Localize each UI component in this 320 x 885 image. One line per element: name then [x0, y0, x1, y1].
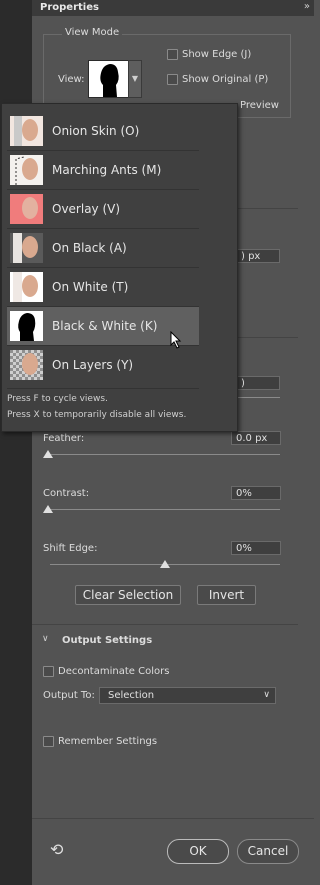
shift-edge-slider-thumb[interactable] — [160, 560, 170, 568]
radius-field[interactable]: ) px — [236, 249, 280, 263]
onion-skin-thumbnail-icon — [10, 116, 43, 146]
section-divider — [236, 337, 298, 338]
black-white-thumbnail-icon — [10, 311, 43, 341]
smooth-field[interactable]: ) — [236, 376, 280, 390]
contrast-label: Contrast: — [43, 488, 90, 499]
output-settings-title[interactable]: Output Settings — [62, 635, 152, 646]
silhouette-icon — [89, 61, 129, 97]
shift-edge-label: Shift Edge: — [43, 543, 98, 554]
output-to-select[interactable]: Selection ∨ — [99, 687, 276, 704]
feather-slider-thumb[interactable] — [43, 450, 53, 458]
view-mode-title: View Mode — [62, 27, 123, 38]
show-original-checkbox[interactable] — [167, 74, 178, 85]
dropdown-item-on-black[interactable]: On Black (A) — [7, 229, 199, 268]
chevron-down-icon[interactable]: ∨ — [42, 634, 49, 644]
view-label: View: — [58, 74, 85, 85]
dropdown-divider — [7, 388, 199, 389]
feather-slider-track[interactable] — [48, 454, 280, 455]
dropdown-item-marching-ants[interactable]: Marching Ants (M) — [7, 151, 199, 190]
dropdown-item-label: On Black (A) — [52, 241, 127, 255]
dropdown-item-label: On Layers (Y) — [52, 358, 134, 372]
mouse-cursor-icon — [170, 331, 182, 349]
dropdown-item-on-white[interactable]: On White (T) — [7, 268, 199, 307]
dropdown-item-on-layers[interactable]: On Layers (Y) — [7, 346, 199, 384]
dropdown-hint-cycle: Press F to cycle views. — [7, 394, 108, 404]
remember-settings-checkbox[interactable] — [43, 736, 54, 747]
decontaminate-label: Decontaminate Colors — [58, 666, 170, 677]
panel-header: Properties » — [32, 0, 314, 16]
dropdown-item-label: Overlay (V) — [52, 202, 121, 216]
dropdown-item-label: On White (T) — [52, 280, 129, 294]
view-mode-thumbnail[interactable] — [88, 60, 130, 98]
chevron-down-icon: ∨ — [263, 690, 270, 700]
dropdown-hint-disable: Press X to temporarily disable all views… — [7, 410, 187, 420]
ok-button[interactable]: OK — [167, 839, 229, 864]
remember-settings-label: Remember Settings — [58, 736, 158, 747]
show-edge-label: Show Edge (J) — [182, 49, 252, 60]
feather-field[interactable]: 0.0 px — [231, 431, 281, 445]
on-white-thumbnail-icon — [10, 272, 43, 302]
contrast-field[interactable]: 0% — [231, 486, 281, 500]
collapse-panel-icon[interactable]: » — [304, 1, 310, 12]
shift-edge-field[interactable]: 0% — [231, 541, 281, 555]
reset-icon[interactable]: ⟲ — [50, 840, 63, 859]
section-divider — [32, 624, 298, 625]
dropdown-item-onion-skin[interactable]: Onion Skin (O) — [7, 112, 199, 151]
dropdown-item-overlay[interactable]: Overlay (V) — [7, 190, 199, 229]
contrast-slider-track[interactable] — [48, 509, 280, 510]
overlay-thumbnail-icon — [10, 194, 43, 224]
smooth-slider-track[interactable] — [236, 397, 280, 398]
output-to-value: Selection — [108, 690, 155, 701]
preview-label: Preview — [240, 100, 279, 111]
dropdown-item-label: Onion Skin (O) — [52, 124, 140, 138]
decontaminate-checkbox[interactable] — [43, 666, 54, 677]
properties-tab[interactable]: Properties — [36, 0, 103, 16]
on-layers-thumbnail-icon — [10, 350, 43, 380]
footer-divider — [32, 818, 314, 819]
view-mode-dropdown: Onion Skin (O) Marching Ants (M) Overlay… — [1, 103, 238, 432]
clear-selection-button[interactable]: Clear Selection — [75, 585, 181, 605]
invert-button[interactable]: Invert — [197, 585, 256, 605]
output-to-label: Output To: — [43, 690, 95, 701]
view-dropdown-chevron-icon[interactable]: ▼ — [128, 60, 142, 98]
dropdown-item-label: Marching Ants (M) — [52, 163, 162, 177]
show-original-label: Show Original (P) — [182, 74, 269, 85]
dropdown-item-label: Black & White (K) — [52, 319, 158, 333]
cancel-button[interactable]: Cancel — [237, 839, 299, 864]
section-divider — [236, 208, 298, 209]
show-edge-checkbox[interactable] — [167, 49, 178, 60]
feather-label: Feather: — [43, 433, 85, 444]
contrast-slider-thumb[interactable] — [43, 505, 53, 513]
on-black-thumbnail-icon — [10, 233, 43, 263]
marching-ants-thumbnail-icon — [10, 155, 43, 185]
